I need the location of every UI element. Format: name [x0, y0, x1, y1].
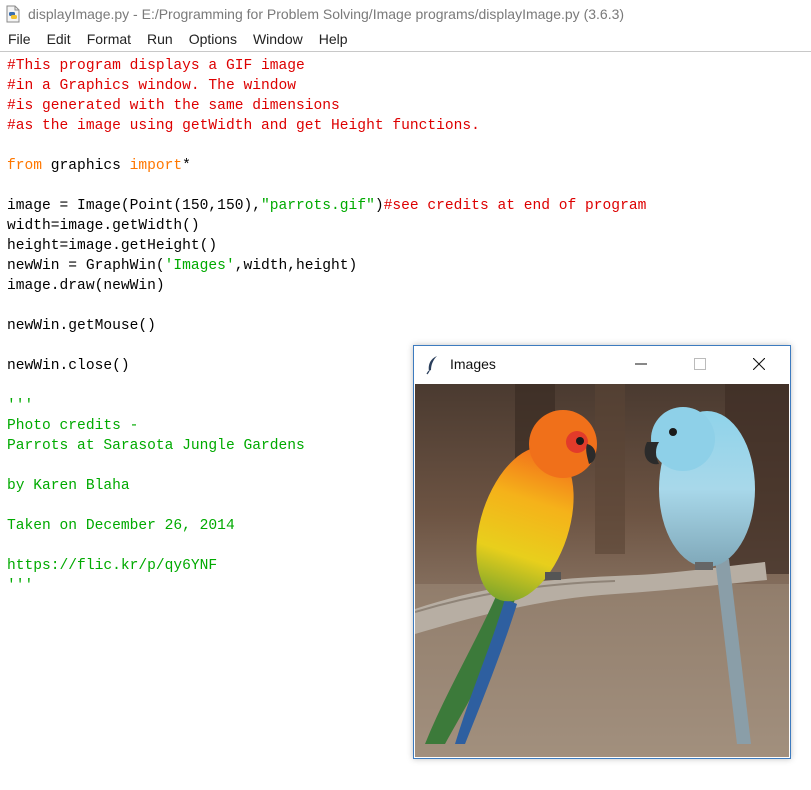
code-token: #is generated with the same dimensions	[7, 98, 340, 114]
close-button[interactable]	[744, 352, 774, 376]
menu-run[interactable]: Run	[139, 31, 181, 47]
window-title: displayImage.py - E:/Programming for Pro…	[28, 5, 625, 22]
code-line[interactable]: newWin = GraphWin('Images',width,height)	[7, 256, 646, 276]
code-line[interactable]: width=image.getWidth()	[7, 216, 646, 236]
code-token: image = Image(Point(150,150),	[7, 198, 261, 214]
code-token: '''	[7, 578, 34, 594]
code-token: width=image.getWidth()	[7, 218, 200, 234]
code-token: *	[182, 158, 191, 174]
code-token: #as the image using getWidth and get Hei…	[7, 118, 480, 134]
code-token: #This program displays a GIF image	[7, 58, 305, 74]
code-token: from	[7, 158, 43, 174]
menu-edit[interactable]: Edit	[39, 31, 79, 47]
images-window-titlebar[interactable]: Images	[414, 346, 790, 384]
code-line[interactable]: #This program displays a GIF image	[7, 56, 646, 76]
code-token: #see credits at end of program	[383, 198, 647, 214]
idle-file-icon	[4, 5, 22, 23]
code-token: newWin.close()	[7, 358, 130, 374]
code-line[interactable]: #in a Graphics window. The window	[7, 76, 646, 96]
code-token: import	[129, 158, 183, 174]
code-token: by Karen Blaha	[7, 478, 130, 494]
minimize-button[interactable]	[626, 352, 656, 376]
menu-help[interactable]: Help	[311, 31, 356, 47]
menu-options[interactable]: Options	[181, 31, 245, 47]
parrots-photo	[415, 384, 789, 757]
menu-file[interactable]: File	[0, 31, 39, 47]
feather-icon	[426, 355, 440, 375]
code-token: Photo credits -	[7, 418, 139, 434]
images-window[interactable]: Images	[413, 345, 791, 759]
minimize-icon	[635, 363, 647, 365]
code-token: height=image.getHeight()	[7, 238, 218, 254]
code-line[interactable]: newWin.getMouse()	[7, 316, 646, 336]
code-token: )	[374, 198, 384, 214]
menu-format[interactable]: Format	[79, 31, 139, 47]
code-token: newWin.getMouse()	[7, 318, 156, 334]
code-token: #in a Graphics window. The window	[7, 78, 297, 94]
code-token: Parrots at Sarasota Jungle Gardens	[7, 438, 305, 454]
code-token: image.draw(newWin)	[7, 278, 165, 294]
code-token: graphics	[42, 158, 130, 174]
code-token: ,width,height)	[234, 258, 358, 274]
code-line[interactable]: image = Image(Point(150,150),"parrots.gi…	[7, 196, 646, 216]
code-line[interactable]: from graphics import*	[7, 156, 646, 176]
menu-bar: File Edit Format Run Options Window Help	[0, 27, 811, 52]
close-icon	[753, 358, 765, 370]
code-line[interactable]: #as the image using getWidth and get Hei…	[7, 116, 646, 136]
code-token: "parrots.gif"	[260, 198, 375, 214]
menu-window[interactable]: Window	[245, 31, 311, 47]
code-token: Taken on December 26, 2014	[7, 518, 235, 534]
code-token: '''	[7, 398, 34, 414]
code-line[interactable]	[7, 296, 646, 316]
code-line[interactable]: #is generated with the same dimensions	[7, 96, 646, 116]
code-token: 'Images'	[164, 258, 235, 274]
code-line[interactable]: height=image.getHeight()	[7, 236, 646, 256]
code-line[interactable]: image.draw(newWin)	[7, 276, 646, 296]
code-token: newWin = GraphWin(	[7, 258, 165, 274]
images-window-title: Images	[450, 356, 496, 372]
code-line[interactable]	[7, 176, 646, 196]
code-token: https://flic.kr/p/qy6YNF	[7, 558, 218, 574]
code-line[interactable]	[7, 136, 646, 156]
maximize-icon	[694, 358, 706, 370]
maximize-button[interactable]	[685, 352, 715, 376]
title-bar[interactable]: displayImage.py - E:/Programming for Pro…	[0, 0, 811, 27]
